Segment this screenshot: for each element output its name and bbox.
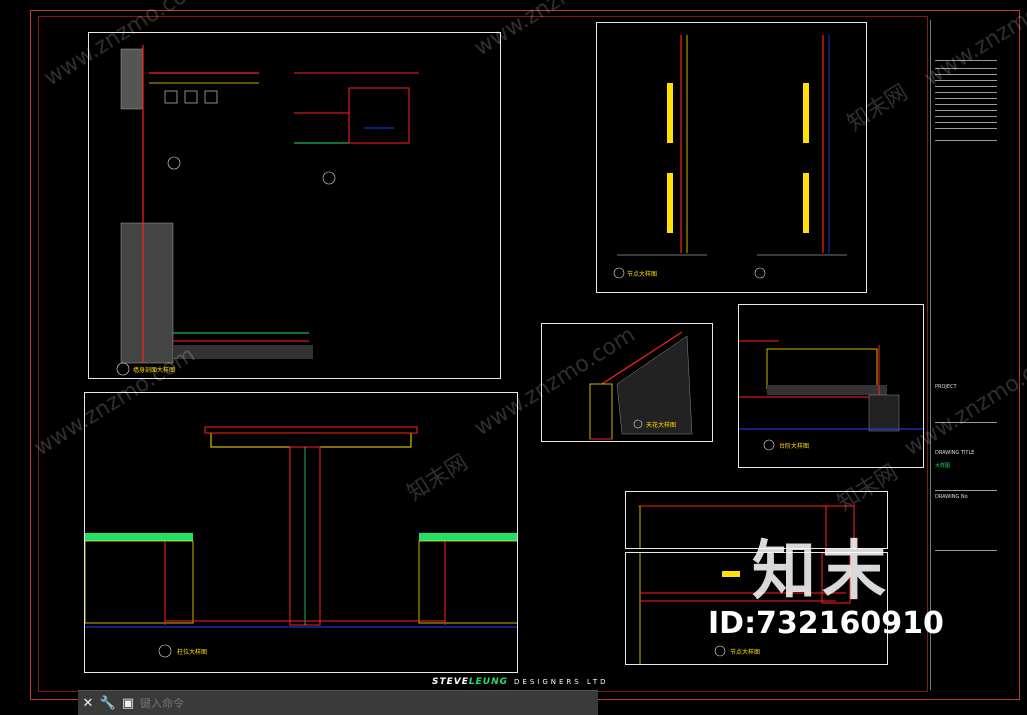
panel-caption: 节点大样图 [730, 649, 761, 656]
wrench-icon[interactable]: 🔧 [98, 693, 118, 713]
drawing-number-heading: DRAWING No [935, 494, 968, 500]
brand-steve: STEVE [432, 677, 469, 687]
title-block: PROJECT DRAWING TITLE 大样图 DRAWING No [930, 20, 1002, 690]
watermark-id: ID:732160910 [708, 606, 944, 641]
drawing-title-value: 大样图 [935, 463, 951, 469]
panel-caption: 天花大样图 [646, 422, 677, 429]
panel-caption: 节点大样图 [627, 271, 658, 278]
drawing-title-heading: DRAWING TITLE [935, 450, 975, 456]
detail-panel-step[interactable]: 台阶大样图 [738, 304, 924, 468]
panel-caption: 台阶大样图 [779, 443, 810, 450]
brand-leung: LEUNG [468, 677, 509, 687]
close-icon[interactable]: ✕ [78, 693, 98, 713]
command-prompt-icon[interactable]: ▣ [118, 693, 138, 713]
project-heading: PROJECT [935, 384, 957, 390]
panel-caption: 柱位大样图 [177, 649, 208, 656]
wall-detail-drawing [613, 35, 847, 279]
designer-brand: STEVELEUNG DESIGNERS LTD [432, 677, 609, 687]
command-input[interactable] [138, 695, 442, 711]
column-elevation-drawing [85, 426, 517, 658]
detail-panel-column[interactable]: 柱位大样图 [84, 392, 518, 673]
watermark-logo: 知末 [752, 535, 892, 609]
wall-section-drawing [116, 45, 419, 376]
detail-panel-wall-section[interactable]: 墙身剖面大样图 [88, 32, 501, 379]
detail-panel-wall-detail[interactable]: 节点大样图 [596, 22, 867, 293]
command-line-bar: ✕ 🔧 ▣ [78, 690, 598, 715]
step-detail-drawing [739, 340, 923, 451]
brand-designers: DESIGNERS LTD [514, 678, 609, 686]
